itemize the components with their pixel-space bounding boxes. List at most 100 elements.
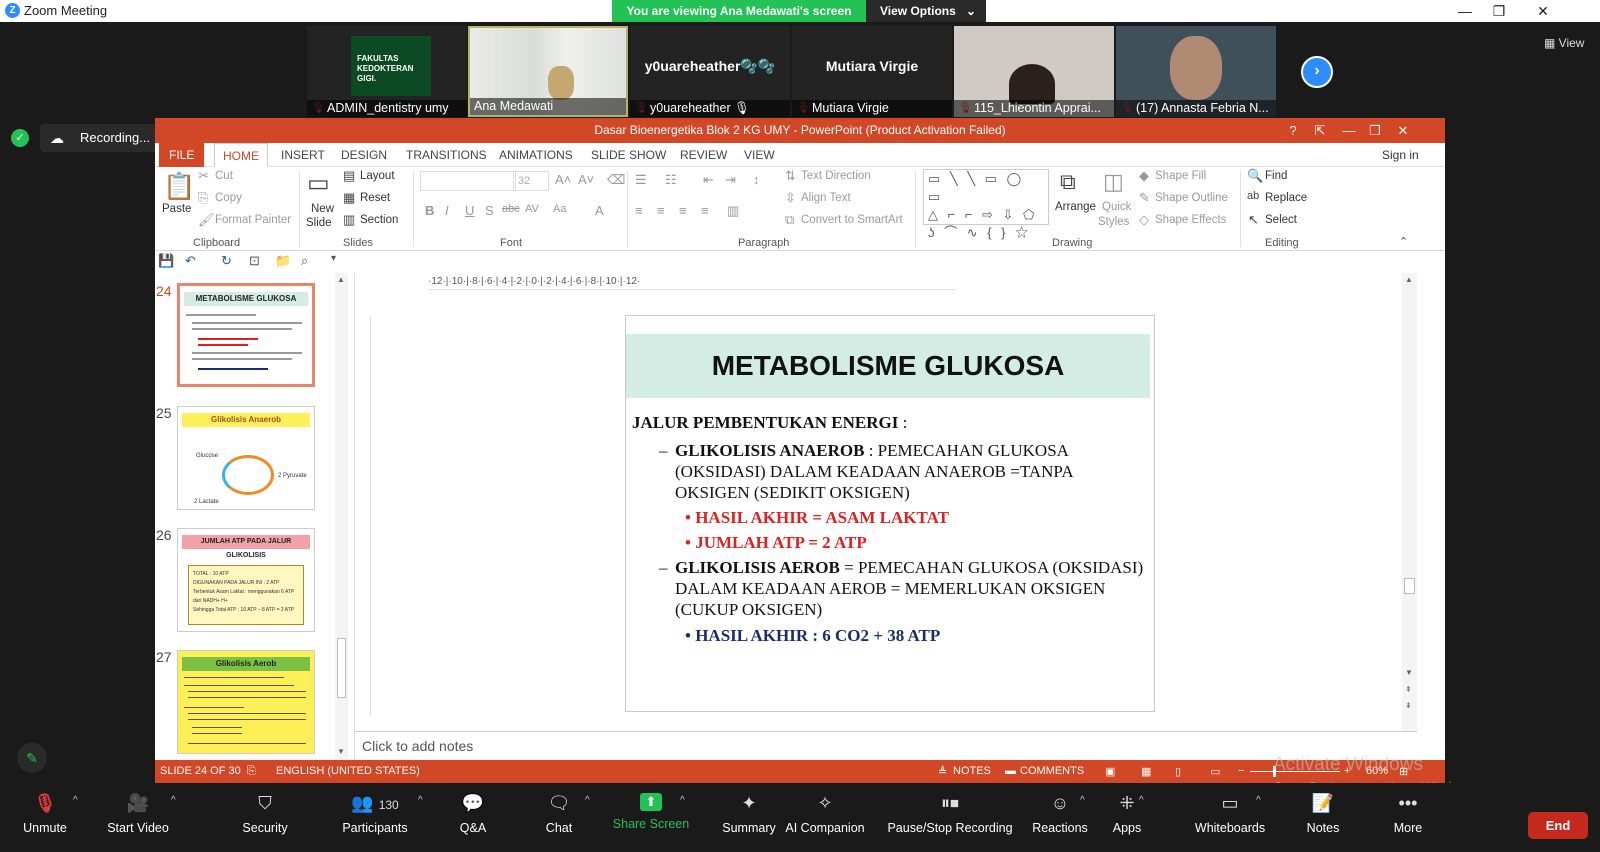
reset-button[interactable]: Reset <box>360 192 390 204</box>
copy-button[interactable]: Copy <box>215 192 242 204</box>
start-video-button[interactable]: 🎥 Start Video <box>98 783 178 852</box>
scroll-up-icon[interactable]: ▲ <box>1405 275 1413 284</box>
share-screen-button[interactable]: ⬆ Share Screen <box>610 783 692 852</box>
chevron-up-icon[interactable]: ^ <box>171 795 176 806</box>
next-slide-icon[interactable]: ⇟ <box>1405 701 1412 710</box>
cut-button[interactable]: Cut <box>215 170 233 182</box>
shape-fill-button[interactable]: Shape Fill <box>1155 170 1206 182</box>
paste-icon[interactable]: 📋 <box>163 171 195 202</box>
character-spacing-icon[interactable]: AV <box>525 203 539 215</box>
chevron-up-icon[interactable]: ^ <box>1080 795 1085 806</box>
slide-sorter-icon[interactable]: ▦ <box>1141 765 1151 778</box>
layout-button[interactable]: Layout <box>360 170 395 182</box>
more-button[interactable]: ••• More <box>1388 783 1428 852</box>
tab-home[interactable]: HOME <box>214 143 268 167</box>
quick-styles-icon[interactable]: ◫ <box>1103 169 1124 195</box>
slide-heading[interactable]: JALUR PEMBENTUKAN ENERGI : <box>632 412 1147 433</box>
new-slide-label[interactable]: Slide <box>306 217 332 229</box>
scrollbar-thumb[interactable] <box>337 638 346 698</box>
slide-thumbnail-selected[interactable]: METABOLISME GLUKOSA <box>177 283 315 387</box>
align-text-button[interactable]: Align Text <box>801 192 851 204</box>
redo-icon[interactable]: ↻ <box>221 253 232 269</box>
slide-scrollbar[interactable]: ▲ ▼ ⇞ ⇟ <box>1402 273 1417 731</box>
find-button[interactable]: Find <box>1265 170 1287 182</box>
participant-tile[interactable]: y0uareheather🫧🫧 🎙 y0uareheather 🎙 <box>630 26 790 117</box>
decrease-indent-icon[interactable]: ⇤ <box>703 172 714 188</box>
end-meeting-button[interactable]: End <box>1528 812 1588 839</box>
security-shield-icon[interactable]: ✓ <box>11 129 29 147</box>
previous-slide-icon[interactable]: ⇞ <box>1405 685 1412 694</box>
open-folder-icon[interactable]: 📁 <box>275 253 291 269</box>
ribbon-display-icon[interactable]: ⇱ <box>1308 118 1332 143</box>
columns-icon[interactable]: ▥ <box>727 203 739 219</box>
annotate-pencil-icon[interactable]: ✎ <box>17 743 47 773</box>
grow-font-icon[interactable]: A˄ <box>555 172 571 187</box>
chevron-up-icon[interactable]: ^ <box>1256 795 1261 806</box>
chevron-up-icon[interactable]: ^ <box>418 795 423 806</box>
anaerob-atp[interactable]: • JUMLAH ATP = 2 ATP <box>685 532 1125 553</box>
chevron-up-icon[interactable]: ^ <box>585 795 590 806</box>
align-left-icon[interactable]: ≡ <box>635 203 643 218</box>
scroll-down-icon[interactable]: ▼ <box>337 747 345 756</box>
shrink-font-icon[interactable]: A˅ <box>578 172 594 187</box>
tab-insert[interactable]: INSERT <box>281 143 325 167</box>
slide-show-icon[interactable]: ▭ <box>1210 765 1220 778</box>
participant-tile[interactable]: FAKULTAS KEDOKTERAN GIGI. 🎙 ADMIN_dentis… <box>307 26 467 117</box>
strikethrough-icon[interactable]: abc <box>502 203 520 215</box>
underline-icon[interactable]: U <box>465 203 474 218</box>
collapse-ribbon-icon[interactable]: ⌃ <box>1399 235 1408 248</box>
replace-button[interactable]: Replace <box>1265 192 1307 204</box>
participant-tile[interactable]: 🎙 (17) Annasta Febria N... <box>1116 26 1276 117</box>
tab-file[interactable]: FILE <box>159 143 205 167</box>
new-slide-button[interactable]: New <box>311 203 334 215</box>
arrange-button[interactable]: Arrange <box>1055 201 1096 213</box>
qa-button[interactable]: 💬 Q&A <box>448 783 498 852</box>
anaerob-paragraph[interactable]: GLIKOLISIS ANAEROB : PEMECAHAN GLUKOSA (… <box>675 440 1145 503</box>
change-case-icon[interactable]: Aa <box>553 203 566 215</box>
chevron-up-icon[interactable]: ^ <box>680 795 685 806</box>
shape-outline-button[interactable]: Shape Outline <box>1155 192 1228 204</box>
chevron-up-icon[interactable]: ^ <box>73 795 78 806</box>
participant-tile[interactable]: 🎙 115_Lhieontin Apprai... <box>954 26 1114 117</box>
notes-pane[interactable]: Click to add notes <box>355 731 1417 760</box>
view-options-button[interactable]: View Options ⌄ <box>866 0 986 22</box>
section-button[interactable]: Section <box>360 214 398 226</box>
increase-indent-icon[interactable]: ⇥ <box>725 172 736 188</box>
ppt-minimize-icon[interactable]: — <box>1337 118 1361 143</box>
participant-tile-active[interactable]: Ana Medawati <box>468 26 628 117</box>
shape-effects-button[interactable]: Shape Effects <box>1155 214 1226 226</box>
scroll-down-icon[interactable]: ▼ <box>1405 668 1413 677</box>
justify-icon[interactable]: ≡ <box>701 203 709 218</box>
convert-smartart-button[interactable]: Convert to SmartArt <box>801 214 903 226</box>
chevron-up-icon[interactable]: ^ <box>1139 795 1144 806</box>
apps-button[interactable]: ⁜ Apps <box>1103 783 1151 852</box>
slide-thumbnail[interactable]: Glikolisis Aerob <box>177 650 315 754</box>
notes-button[interactable]: 📝 Notes <box>1298 783 1348 852</box>
text-direction-button[interactable]: Text Direction <box>801 170 871 182</box>
customize-qat-icon[interactable]: ▾ <box>331 253 336 264</box>
font-family-select[interactable] <box>420 171 516 191</box>
whiteboards-button[interactable]: ▭ Whiteboards <box>1190 783 1270 852</box>
language-indicator[interactable]: ENGLISH (UNITED STATES) <box>276 765 420 777</box>
font-size-select[interactable]: 32 <box>513 171 549 191</box>
undo-icon[interactable]: ↶ <box>185 253 196 269</box>
reactions-button[interactable]: ☺ Reactions <box>1030 783 1090 852</box>
thumbnail-scrollbar[interactable]: ▲ ▼ <box>335 273 348 760</box>
format-painter-button[interactable]: Format Painter <box>215 214 291 226</box>
ppt-restore-icon[interactable]: ❐ <box>1363 118 1387 143</box>
binoculars-icon[interactable]: ⌕ <box>301 253 308 269</box>
scroll-up-icon[interactable]: ▲ <box>337 275 345 284</box>
minimize-icon[interactable]: — <box>1450 1 1480 21</box>
new-slide-icon[interactable]: ▭ <box>307 169 330 198</box>
ppt-close-icon[interactable]: ✕ <box>1391 118 1415 143</box>
align-center-icon[interactable]: ≡ <box>657 203 665 218</box>
reading-view-icon[interactable]: ▯ <box>1175 765 1181 778</box>
arrange-icon[interactable]: ⧉ <box>1060 169 1076 195</box>
anaerob-result[interactable]: • HASIL AKHIR = ASAM LAKTAT <box>685 507 1125 528</box>
unmute-button[interactable]: 🎙 Unmute <box>14 783 76 852</box>
tab-view[interactable]: VIEW <box>744 143 775 167</box>
numbering-icon[interactable]: ☷ <box>665 172 677 188</box>
font-color-icon[interactable]: A <box>595 203 604 218</box>
maximize-icon[interactable]: ❐ <box>1484 1 1514 21</box>
bullets-icon[interactable]: ☰ <box>635 172 647 188</box>
